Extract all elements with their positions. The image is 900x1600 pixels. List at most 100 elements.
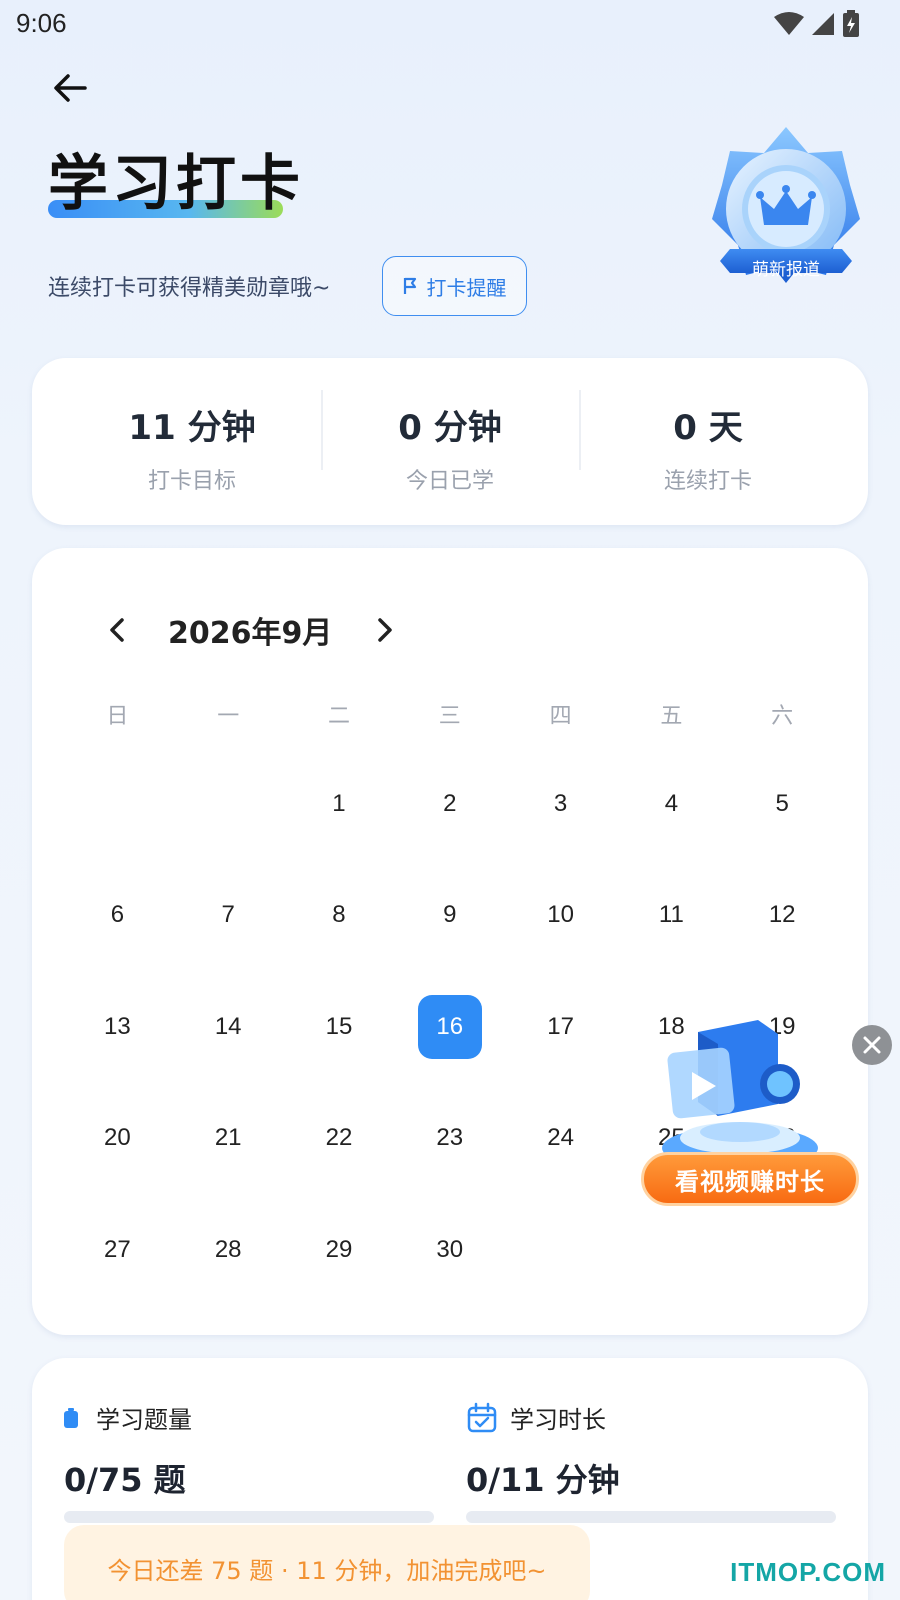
calendar-day[interactable]: 24 xyxy=(505,1083,616,1195)
duration-progress-bar xyxy=(466,1511,836,1523)
calendar-day-number: 4 xyxy=(664,789,679,817)
status-icons xyxy=(774,10,860,38)
duration-value: 0/11 分钟 xyxy=(466,1461,620,1499)
chevron-left-icon xyxy=(110,618,124,642)
calendar-day-number: 6 xyxy=(110,901,125,929)
calendar-day-number: 20 xyxy=(104,1124,131,1152)
calendar-blank xyxy=(62,748,173,860)
battery-icon xyxy=(843,10,859,37)
calendar-day-number: 9 xyxy=(443,901,457,929)
calendar-day-number: 7 xyxy=(221,901,235,929)
calendar-day-number: 3 xyxy=(553,789,568,817)
calendar-day[interactable]: 21 xyxy=(173,1083,284,1195)
calendar-day[interactable]: 13 xyxy=(62,971,173,1083)
calendar-day[interactable]: 9 xyxy=(394,860,505,972)
stat-target: 11 分钟 打卡目标 xyxy=(62,400,322,495)
promo-close-button[interactable] xyxy=(852,1025,892,1065)
video-camera-icon xyxy=(662,1020,818,1170)
stat-value: 0 分钟 xyxy=(398,408,502,448)
calendar-day[interactable]: 6 xyxy=(62,860,173,972)
calendar-day-number: 5 xyxy=(775,789,789,817)
calendar-day[interactable]: 1 xyxy=(284,748,395,860)
battery-progress-icon xyxy=(64,1407,78,1428)
questions-title: 学习题量 xyxy=(96,1406,192,1434)
stat-label: 打卡目标 xyxy=(147,469,236,494)
calendar-day-number: 28 xyxy=(214,1235,242,1263)
signal-icon xyxy=(812,13,834,35)
encouragement-tip: 今日还差 75 题 · 11 分钟，加油完成吧~ xyxy=(64,1525,590,1600)
status-bar: 9:06 xyxy=(0,0,900,50)
calendar-day-number: 2 xyxy=(443,789,457,817)
calendar-day-number: 1 xyxy=(332,789,346,817)
stat-value: 0 天 xyxy=(673,408,743,448)
calendar-blank xyxy=(173,748,284,860)
remind-button[interactable]: 打卡提醒 xyxy=(382,256,527,316)
arrow-left-icon xyxy=(54,74,87,102)
calendar-day-number: 29 xyxy=(325,1235,353,1263)
questions-progress: 学习题量 0/75 题 xyxy=(64,1400,434,1523)
questions-title-row: 学习题量 xyxy=(64,1400,434,1435)
questions-progress-bar xyxy=(64,1511,434,1523)
calendar-day-number: 30 xyxy=(436,1235,464,1263)
weekday-label: 三 xyxy=(438,704,461,729)
calendar-day[interactable]: 10 xyxy=(505,860,616,972)
stat-label: 连续打卡 xyxy=(663,469,752,494)
weekday-label: 五 xyxy=(660,704,683,729)
calendar-day[interactable]: 23 xyxy=(394,1083,505,1195)
calendar-day-number: 17 xyxy=(547,1012,574,1040)
calendar-day-number: 15 xyxy=(325,1012,353,1040)
chevron-right-icon xyxy=(378,618,393,642)
calendar-day[interactable]: 11 xyxy=(616,860,727,972)
flag-icon xyxy=(403,277,416,294)
calendar-day-number: 16 xyxy=(417,994,482,1059)
calendar-day-today[interactable]: 16 xyxy=(394,971,505,1083)
calendar-header: 2026年9月 xyxy=(102,608,400,652)
watermark: ITMOP.COM xyxy=(730,1557,886,1587)
calendar-day[interactable]: 5 xyxy=(727,748,838,860)
calendar-day[interactable]: 20 xyxy=(62,1083,173,1195)
prev-month-button[interactable] xyxy=(102,615,132,645)
watch-video-button[interactable]: 看视频赚时长 xyxy=(641,1152,859,1206)
calendar-day[interactable]: 2 xyxy=(394,748,505,860)
stats-card: 11 分钟 打卡目标 0 分钟 今日已学 0 天 连续打卡 xyxy=(32,358,868,525)
badge-label: 萌新报道 xyxy=(752,260,820,280)
calendar-day[interactable]: 14 xyxy=(173,971,284,1083)
weekday-label: 六 xyxy=(771,704,794,729)
weekday-row: 日一二三四五六 xyxy=(62,698,838,730)
calendar-day[interactable]: 8 xyxy=(284,860,395,972)
back-button[interactable] xyxy=(48,66,92,110)
calendar-day[interactable]: 28 xyxy=(173,1194,284,1306)
calendar-day-number: 27 xyxy=(104,1235,131,1263)
remind-button-label: 打卡提醒 xyxy=(426,275,507,300)
calendar-day-number: 23 xyxy=(436,1124,464,1152)
calendar-day-number: 8 xyxy=(332,901,346,929)
calendar-check-icon xyxy=(467,1402,497,1432)
stat-today: 0 分钟 今日已学 xyxy=(320,400,580,495)
weekday-label: 二 xyxy=(327,704,350,729)
medal-badge[interactable]: 萌新报道 xyxy=(710,125,862,295)
stat-value: 11 分钟 xyxy=(128,408,256,448)
calendar-day[interactable]: 7 xyxy=(173,860,284,972)
calendar-day[interactable]: 30 xyxy=(394,1194,505,1306)
page-title: 学习打卡 xyxy=(48,149,304,219)
calendar-day-number: 24 xyxy=(547,1124,574,1152)
weekday-label: 四 xyxy=(549,704,572,729)
duration-title-row: 学习时长 xyxy=(466,1400,836,1435)
wifi-icon xyxy=(774,12,804,35)
calendar-day[interactable]: 12 xyxy=(727,860,838,972)
calendar-day[interactable]: 22 xyxy=(284,1083,395,1195)
calendar-day-number: 22 xyxy=(325,1124,353,1152)
calendar-day[interactable]: 3 xyxy=(505,748,616,860)
calendar-day[interactable]: 29 xyxy=(284,1194,395,1306)
calendar-day[interactable]: 17 xyxy=(505,971,616,1083)
calendar-day-number: 14 xyxy=(214,1012,242,1040)
stat-label: 今日已学 xyxy=(405,469,494,494)
status-time: 9:06 xyxy=(16,8,67,38)
calendar-day[interactable]: 4 xyxy=(616,748,727,860)
duration-progress: 学习时长 0/11 分钟 xyxy=(466,1400,836,1523)
subtitle: 连续打卡可获得精美勋章哦~ xyxy=(48,276,331,301)
weekday-label: 一 xyxy=(217,704,240,729)
calendar-day[interactable]: 15 xyxy=(284,971,395,1083)
calendar-day[interactable]: 27 xyxy=(62,1194,173,1306)
next-month-button[interactable] xyxy=(370,615,400,645)
